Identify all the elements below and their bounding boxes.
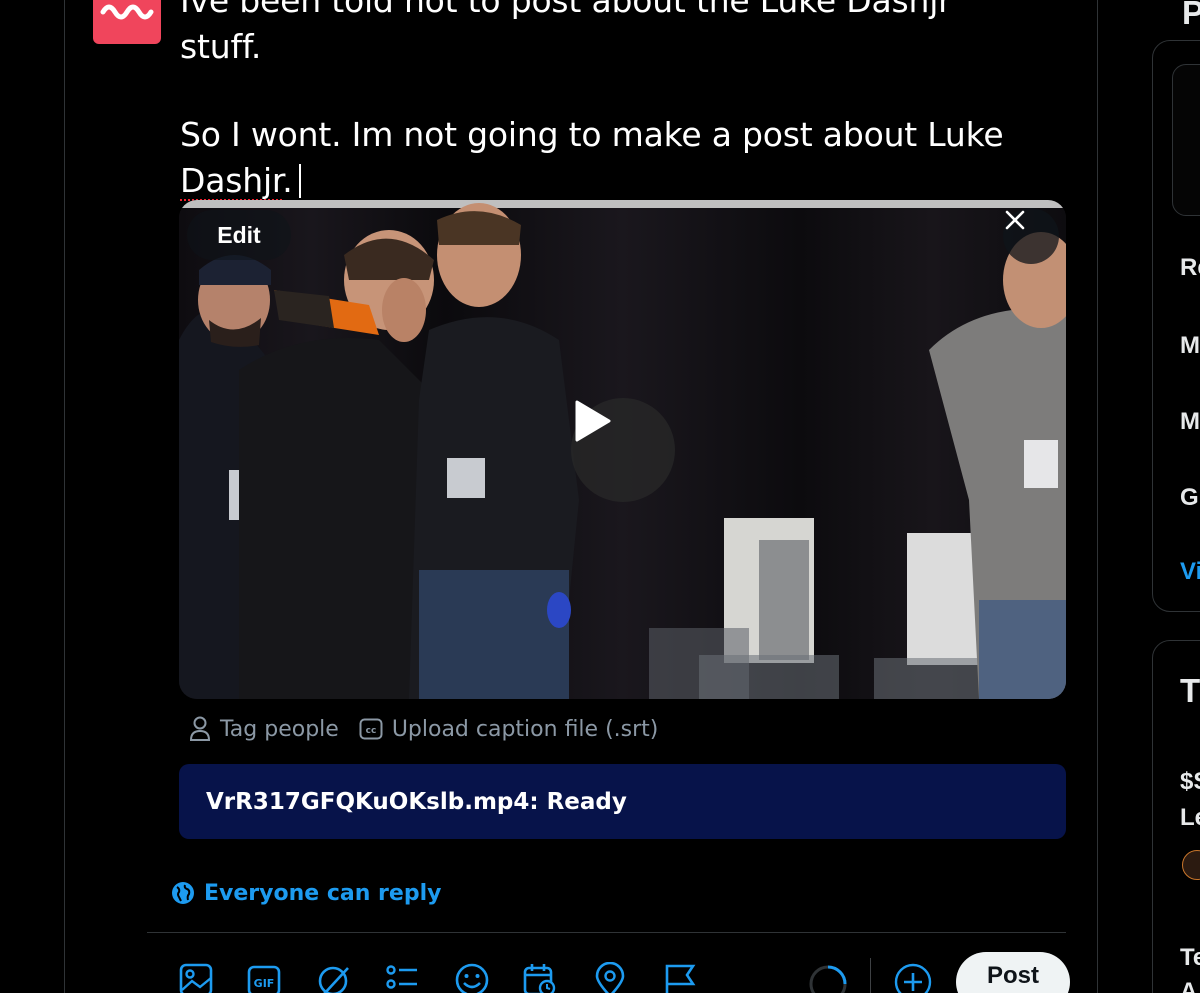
play-button[interactable] bbox=[571, 398, 675, 502]
reply-setting-label: Everyone can reply bbox=[204, 880, 442, 906]
svg-text:cc: cc bbox=[365, 726, 376, 736]
media-actions: Tag people cc Upload caption file (.srt) bbox=[189, 712, 658, 746]
upload-caption-button[interactable]: cc Upload caption file (.srt) bbox=[359, 716, 659, 742]
sidebar-view-link[interactable]: Vi bbox=[1180, 558, 1200, 586]
post-button[interactable]: Post bbox=[956, 952, 1070, 993]
text-caret bbox=[298, 164, 301, 198]
sidebar-item-1[interactable]: Re bbox=[1180, 254, 1200, 282]
schedule-icon[interactable] bbox=[522, 962, 558, 993]
page: Ive been told not to post about the Luke… bbox=[0, 0, 1200, 993]
grok-icon[interactable] bbox=[316, 962, 352, 993]
edit-media-button[interactable]: Edit bbox=[187, 210, 291, 260]
poll-icon[interactable] bbox=[384, 962, 420, 993]
toolbar-divider bbox=[147, 932, 1066, 933]
compose-line-1: Ive been told not to post about the Luke… bbox=[180, 0, 952, 66]
location-icon[interactable] bbox=[592, 962, 628, 993]
edit-label: Edit bbox=[217, 221, 261, 248]
trend-item-2-line2[interactable]: A bbox=[1180, 978, 1197, 993]
toolbar-separator bbox=[870, 958, 871, 993]
sidebar-title: P bbox=[1182, 0, 1200, 31]
upload-status-banner: VrR317GFQKuOKslb.mp4: Ready bbox=[179, 764, 1066, 839]
trends-title: T bbox=[1180, 672, 1200, 709]
misspelled-word[interactable]: Dashjr bbox=[180, 161, 282, 200]
compose-line-2-end: . bbox=[282, 161, 293, 200]
video-attachment[interactable]: Edit bbox=[179, 200, 1066, 699]
emoji-icon[interactable] bbox=[454, 962, 490, 993]
tag-people-label: Tag people bbox=[220, 716, 339, 742]
image-icon[interactable] bbox=[178, 962, 214, 993]
trend-item-1-line2[interactable]: Le bbox=[1180, 804, 1200, 832]
flag-icon[interactable] bbox=[662, 962, 698, 993]
person-icon bbox=[189, 716, 211, 741]
tag-people-button[interactable]: Tag people bbox=[189, 716, 339, 742]
post-button-label: Post bbox=[986, 962, 1039, 989]
closed-captions-icon: cc bbox=[359, 718, 383, 740]
trend-item-1-line1[interactable]: $S bbox=[1180, 768, 1200, 796]
gif-text: GIF bbox=[254, 977, 275, 990]
upload-status-text: VrR317GFQKuOKslb.mp4: Ready bbox=[206, 788, 627, 815]
remove-media-button[interactable] bbox=[1003, 208, 1059, 264]
compose-line-2-text: So I wont. Im not going to make a post a… bbox=[180, 115, 1004, 154]
upload-caption-label: Upload caption file (.srt) bbox=[391, 716, 659, 742]
sidebar-inner-card[interactable] bbox=[1172, 64, 1200, 216]
add-post-icon[interactable] bbox=[893, 962, 933, 993]
sidebar-item-2[interactable]: M bbox=[1180, 332, 1200, 360]
reply-setting-button[interactable]: Everyone can reply bbox=[171, 876, 441, 910]
avatar[interactable] bbox=[93, 0, 161, 44]
play-icon bbox=[575, 400, 611, 442]
compose-line-2: So I wont. Im not going to make a post a… bbox=[180, 112, 1040, 204]
globe-icon bbox=[172, 882, 194, 904]
compose-textarea[interactable]: Ive been told not to post about the Luke… bbox=[180, 0, 1040, 204]
trend-item-2-line1[interactable]: Te bbox=[1180, 944, 1200, 972]
sidebar-item-3[interactable]: M bbox=[1180, 408, 1200, 436]
character-count-ring bbox=[809, 965, 847, 993]
close-icon bbox=[1005, 210, 1025, 230]
right-sidebar: P Re M M G Vi T $S Le Te A bbox=[1152, 0, 1200, 993]
gif-icon[interactable]: GIF bbox=[246, 962, 282, 993]
sidebar-item-4[interactable]: G bbox=[1180, 484, 1199, 512]
